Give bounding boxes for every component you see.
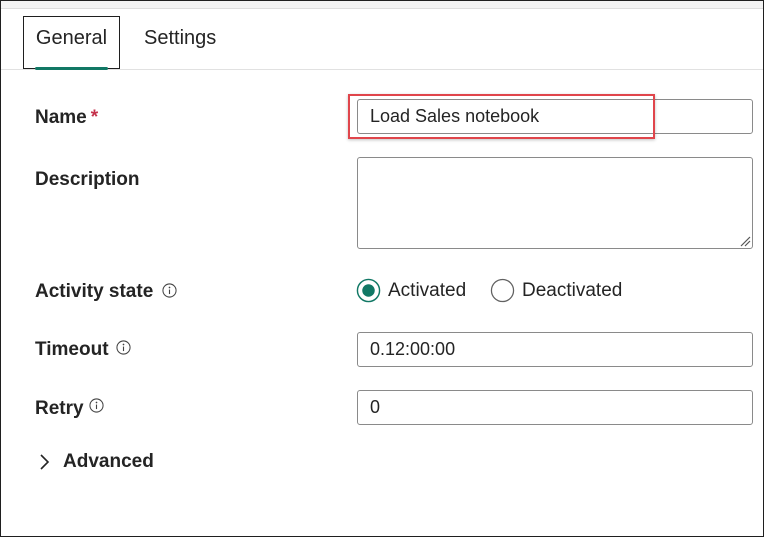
advanced-toggle[interactable]: Advanced <box>37 449 154 475</box>
timeout-label: Timeout <box>35 339 109 360</box>
radio-deactivated-label[interactable]: Deactivated <box>522 280 622 302</box>
tab-general-label: General <box>35 27 108 49</box>
advanced-label: Advanced <box>63 451 154 472</box>
resize-grip-icon[interactable] <box>739 235 751 247</box>
radio-deactivated[interactable] <box>490 278 515 303</box>
tab-bar: General Settings <box>1 9 763 70</box>
name-label-text: Name <box>35 107 87 128</box>
description-textarea[interactable] <box>357 157 753 249</box>
tab-settings[interactable]: Settings <box>144 16 216 68</box>
description-label: Description <box>35 169 140 190</box>
active-tab-indicator <box>35 67 108 70</box>
tab-general[interactable]: General <box>23 16 120 70</box>
info-icon[interactable] <box>116 340 131 355</box>
name-label: Name * <box>35 107 98 129</box>
name-input-highlight <box>348 94 655 139</box>
properties-panel: General Settings Name* Description Activ… <box>0 0 764 537</box>
timeout-input[interactable] <box>357 332 753 367</box>
tab-settings-label: Settings <box>144 27 217 49</box>
chevron-right-icon <box>40 454 50 470</box>
retry-label: Retry <box>35 398 84 419</box>
activity-state-label: Activity state <box>35 281 154 302</box>
radio-activated[interactable] <box>356 278 381 303</box>
retry-input[interactable] <box>357 390 753 425</box>
required-asterisk: * <box>90 107 99 128</box>
radio-activated-label[interactable]: Activated <box>388 280 466 302</box>
top-strip <box>1 1 763 9</box>
info-icon[interactable] <box>162 283 177 298</box>
info-icon[interactable] <box>89 398 104 413</box>
